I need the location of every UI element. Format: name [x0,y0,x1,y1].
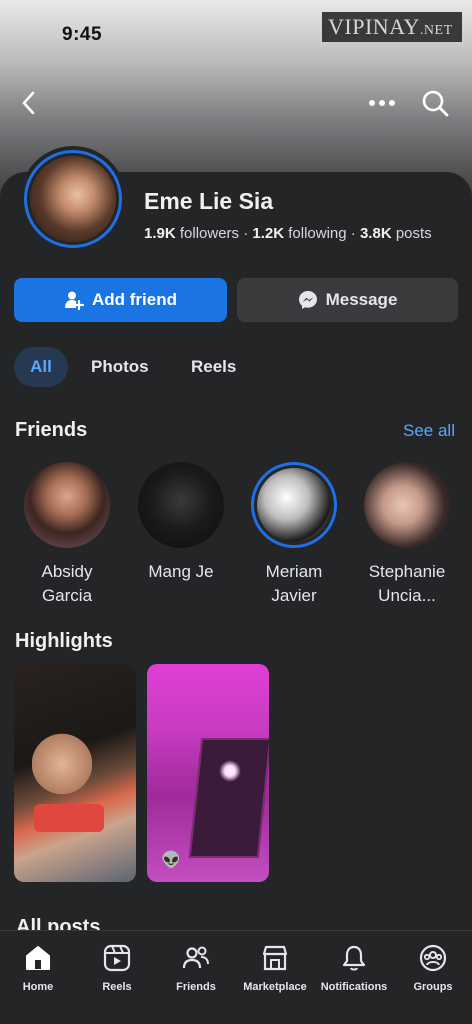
message-button[interactable]: Message [237,278,458,322]
profile-stats: 1.9K followers · 1.2K following · 3.8K p… [144,225,432,242]
friends-icon [182,946,209,969]
highlights-title: Highlights [15,630,113,652]
nav-notifications[interactable]: Notifications [314,943,394,993]
nav-reels[interactable]: Reels [77,943,157,993]
friend-name: Meriam Javier [265,562,323,605]
messenger-icon [298,291,317,309]
nav-label: Friends [176,981,216,993]
back-button[interactable] [12,86,46,120]
nav-label: Reels [102,981,132,993]
add-friend-label: Add friend [92,290,177,309]
followers-label[interactable]: followers [180,225,239,242]
bell-icon [342,945,366,971]
following-label[interactable]: following [288,225,346,242]
groups-icon [419,944,447,972]
more-dots-icon [369,100,395,106]
friend-avatar [24,462,110,548]
nav-label: Notifications [320,981,388,993]
friend-avatar [138,462,224,548]
friend-card[interactable]: Stephanie Uncia... [357,462,457,608]
nav-marketplace[interactable]: Marketplace [235,943,315,993]
nav-label: Home [22,981,54,993]
friend-name: Stephanie Uncia... [368,562,446,605]
friend-name: Mang Je [148,562,214,581]
marketplace-icon [262,945,288,971]
watermark-suffix: .NET [419,23,453,38]
nav-friends[interactable]: Friends [156,943,236,993]
watermark-logo: VIPINAY.NET [322,12,462,42]
followers-count[interactable]: 1.9K [144,225,176,242]
more-options-button[interactable] [365,86,399,120]
friend-name: Absidy Garcia [41,562,93,605]
posts-count: 3.8K [359,225,392,242]
tab-reels[interactable]: Reels [175,347,252,387]
chevron-left-icon [22,91,35,115]
watermark-text: VIPINAY [328,14,420,39]
friend-card[interactable]: Meriam Javier [244,462,344,608]
posts-label: posts [395,225,432,242]
see-all-friends-link[interactable]: See all [403,421,455,441]
following-count[interactable]: 1.2K [252,225,284,242]
tab-photos[interactable]: Photos [75,347,165,387]
friend-avatar [251,462,337,548]
stats-separator: · [350,225,356,242]
nav-home[interactable]: Home [0,943,78,993]
message-label: Message [325,290,398,309]
nav-groups[interactable]: Groups [393,943,472,993]
status-bar-time: 9:45 [62,24,103,45]
add-friend-button[interactable]: Add friend [14,278,227,322]
highlight-card[interactable] [14,664,136,882]
add-friend-icon [65,291,84,310]
home-icon [26,946,50,970]
profile-name: Eme Lie Sia [144,188,274,214]
highlight-card[interactable]: 👽 [147,664,269,882]
profile-avatar[interactable] [20,146,126,252]
all-posts-title: All posts [16,916,101,930]
tab-all[interactable]: All [14,347,68,387]
reels-icon [103,944,131,972]
friend-card[interactable]: Absidy Garcia [17,462,117,608]
alien-emoji: 👽 [161,852,181,869]
friends-title: Friends [15,419,88,441]
nav-label: Marketplace [243,981,307,993]
bottom-nav: Home Reels Friends Marketplace Notificat… [0,930,472,1024]
story-ring [24,150,122,248]
friend-card[interactable]: Mang Je [131,462,231,584]
search-icon [422,90,449,117]
stats-separator: · [243,225,249,242]
avatar-photo [30,156,116,242]
nav-label: Groups [413,981,453,993]
search-button[interactable] [418,86,452,120]
friend-avatar [364,462,450,548]
